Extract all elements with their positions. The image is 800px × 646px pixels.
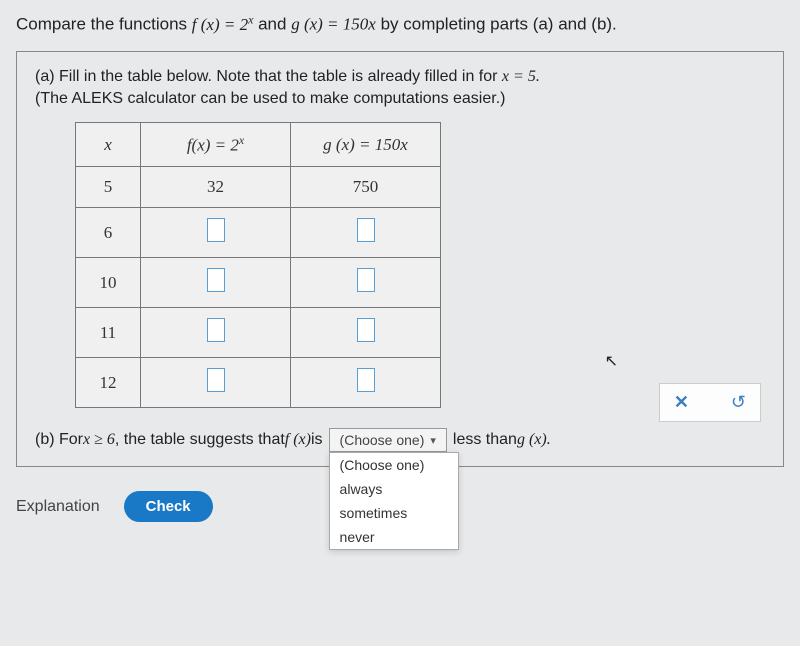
part-b-gx: g (x). — [517, 431, 551, 449]
cell-f — [141, 308, 291, 358]
table-row: 10 — [76, 258, 441, 308]
question-suffix: by completing parts (a) and (b). — [381, 15, 617, 34]
part-a-eq: x = 5. — [502, 68, 540, 85]
check-button[interactable]: Check — [124, 491, 213, 522]
data-table: x f(x) = 2x g (x) = 150x 5 32 750 6 10 — [75, 122, 441, 408]
part-b-prefix: (b) For — [35, 431, 83, 449]
col-gx-header: g (x) = 150x — [291, 123, 441, 167]
part-b-mid: , the table suggests that — [115, 431, 285, 449]
question-prefix: Compare the functions — [16, 15, 192, 34]
input-g-10[interactable] — [357, 268, 375, 292]
main-box: (a) Fill in the table below. Note that t… — [16, 51, 784, 467]
input-f-11[interactable] — [207, 318, 225, 342]
part-b-is: is — [311, 431, 323, 449]
chevron-down-icon: ▾ — [430, 434, 436, 447]
part-b-row: (b) For x ≥ 6 , the table suggests that … — [35, 428, 765, 452]
cell-g — [291, 308, 441, 358]
input-g-12[interactable] — [357, 368, 375, 392]
question-header: Compare the functions f (x) = 2x and g (… — [16, 12, 784, 35]
cell-f: 32 — [141, 167, 291, 208]
action-icons: ✕ ↺ — [659, 383, 761, 422]
input-f-6[interactable] — [207, 218, 225, 242]
table-row: 5 32 750 — [76, 167, 441, 208]
col-x-header: x — [76, 123, 141, 167]
input-g-6[interactable] — [357, 218, 375, 242]
cursor-icon: ↖ — [605, 351, 618, 371]
table-row: 12 — [76, 358, 441, 408]
cell-g — [291, 358, 441, 408]
reset-icon[interactable]: ↺ — [731, 392, 746, 413]
dropdown-option[interactable]: (Choose one) — [330, 453, 458, 477]
input-f-10[interactable] — [207, 268, 225, 292]
part-b-suffix-pre: less than — [453, 431, 517, 449]
dropdown-label: (Choose one) — [340, 432, 425, 448]
fx-expr: f (x) = 2x — [192, 15, 254, 34]
question-mid: and — [258, 15, 291, 34]
dropdown-menu: (Choose one) always sometimes never — [329, 452, 459, 550]
dropdown-option[interactable]: sometimes — [330, 501, 458, 525]
input-f-12[interactable] — [207, 368, 225, 392]
cell-g: 750 — [291, 167, 441, 208]
cell-f — [141, 208, 291, 258]
part-b-cond: x ≥ 6 — [83, 431, 115, 449]
table-row: 6 — [76, 208, 441, 258]
cell-g — [291, 208, 441, 258]
gx-expr: g (x) = 150x — [291, 15, 376, 34]
cell-x: 6 — [76, 208, 141, 258]
explanation-button[interactable]: Explanation — [16, 498, 100, 516]
dropdown-wrap: (Choose one) ▾ (Choose one) always somet… — [329, 428, 447, 452]
part-b-fx: f (x) — [285, 431, 311, 449]
cell-x: 5 — [76, 167, 141, 208]
cell-x: 12 — [76, 358, 141, 408]
part-a-text: (a) Fill in the table below. Note that t… — [35, 66, 765, 111]
cell-f — [141, 258, 291, 308]
dropdown-option[interactable]: never — [330, 525, 458, 549]
cell-g — [291, 258, 441, 308]
input-g-11[interactable] — [357, 318, 375, 342]
table-row: 11 — [76, 308, 441, 358]
close-icon[interactable]: ✕ — [674, 392, 689, 413]
cell-f — [141, 358, 291, 408]
part-a-line2: (The ALEKS calculator can be used to mak… — [35, 90, 505, 107]
dropdown-button[interactable]: (Choose one) ▾ — [329, 428, 447, 452]
dropdown-option[interactable]: always — [330, 477, 458, 501]
cell-x: 10 — [76, 258, 141, 308]
part-a-line1-pre: (a) Fill in the table below. Note that t… — [35, 68, 502, 85]
col-fx-header: f(x) = 2x — [141, 123, 291, 167]
cell-x: 11 — [76, 308, 141, 358]
